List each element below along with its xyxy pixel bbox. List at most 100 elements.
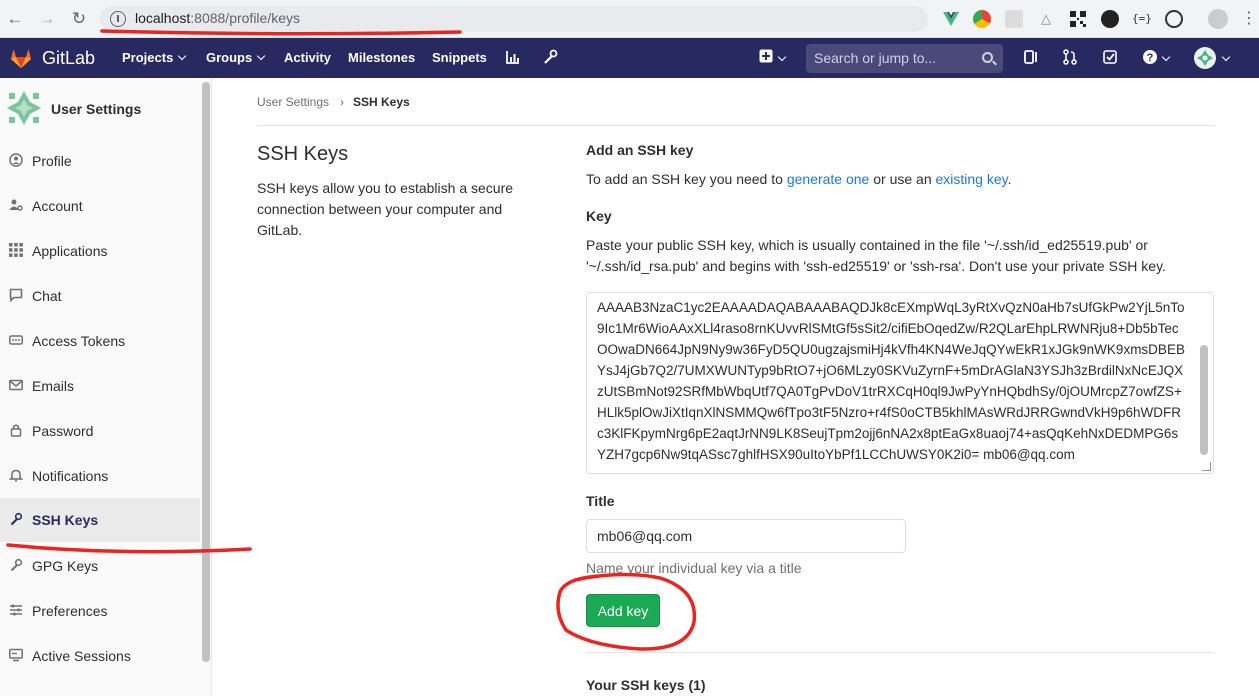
key-help-text: Paste your public SSH key, which is usua… — [586, 237, 1166, 274]
account-icon — [9, 198, 23, 212]
key-icon — [9, 558, 23, 572]
nav-snippets[interactable]: Snippets — [432, 50, 487, 65]
email-icon — [9, 378, 23, 392]
nav-milestones[interactable]: Milestones — [348, 50, 415, 65]
add-key-help: To add an SSH key you need to generate o… — [586, 171, 1012, 187]
chat-icon — [9, 288, 23, 303]
sidebar-item-label: Active Sessions — [32, 648, 131, 664]
resize-handle-icon[interactable] — [1202, 462, 1211, 471]
sidebar-item-label: Profile — [32, 153, 72, 169]
sidebar-item-label: Applications — [32, 243, 108, 259]
access-tokens-icon — [9, 333, 23, 347]
breadcrumb-separator-icon: › — [340, 95, 344, 109]
page-description: SSH keys allow you to establish a secure… — [257, 180, 514, 238]
site-info-icon[interactable] — [110, 11, 126, 27]
issues-panel-icon[interactable] — [1022, 49, 1040, 67]
vue-extension-icon[interactable] — [942, 10, 960, 28]
sidebar-item-emails[interactable]: Emails — [0, 364, 200, 408]
sidebar-item-label: Preferences — [32, 603, 108, 619]
user-chevron-down-icon[interactable] — [1220, 49, 1232, 67]
title-help-text: Name your individual key via a title — [586, 560, 802, 576]
nav-activity[interactable]: Activity — [284, 50, 331, 65]
gitlab-brand[interactable]: GitLab — [42, 48, 95, 69]
browser-menu-icon[interactable]: ⋮ — [1240, 10, 1258, 28]
chevron-down-icon[interactable] — [776, 49, 788, 67]
key-textarea-scrollbar[interactable] — [1200, 345, 1208, 455]
user-avatar[interactable] — [1194, 47, 1216, 69]
generate-one-link[interactable]: generate one — [787, 171, 870, 187]
merge-requests-icon[interactable] — [1061, 49, 1079, 67]
sidebar-scrollbar[interactable] — [202, 82, 210, 662]
address-bar[interactable]: localhost:8088/profile/keys — [100, 6, 928, 32]
chrome-extension-icon[interactable] — [973, 10, 991, 28]
section-divider — [586, 652, 1214, 653]
sidebar-item-gpg-keys[interactable]: GPG Keys — [0, 544, 200, 588]
lock-icon — [9, 423, 23, 437]
sidebar-item-applications[interactable]: Applications — [0, 229, 200, 273]
key-icon — [9, 512, 23, 526]
url-text: localhost:8088/profile/keys — [135, 10, 300, 26]
sidebar-item-preferences[interactable]: Preferences — [0, 589, 200, 633]
sidebar-item-label: Password — [32, 423, 94, 439]
sidebar-item-label: SSH Keys — [32, 512, 99, 528]
svg-text:?: ? — [1147, 52, 1154, 64]
key-textarea-value: AAAAB3NzaC1yc2EAAAADAQABAAABAQDJk8cEXmpW… — [597, 300, 1185, 462]
sidebar-item-label: Emails — [32, 378, 75, 394]
preferences-icon — [9, 603, 23, 617]
your-ssh-keys-heading: Your SSH keys (1) — [586, 677, 706, 693]
sidebar-item-label: Notifications — [32, 468, 109, 484]
tree-extension-icon[interactable]: △ — [1037, 10, 1055, 28]
sidebar-item-label: Account — [32, 198, 83, 214]
sidebar-item-profile[interactable]: Profile — [0, 139, 200, 183]
browser-profile-avatar[interactable] — [1208, 9, 1228, 29]
bell-icon — [8, 468, 24, 482]
json-extension-icon[interactable]: {=} — [1132, 10, 1152, 28]
breadcrumb-user-settings[interactable]: User Settings — [257, 95, 329, 109]
sidebar-item-ssh-keys[interactable]: SSH Keys — [0, 498, 200, 542]
nav-groups[interactable]: Groups — [206, 50, 266, 65]
back-icon[interactable]: ← — [5, 9, 25, 29]
grid-extension-icon[interactable] — [1005, 10, 1023, 28]
sessions-icon — [9, 648, 23, 662]
breadcrumb-current[interactable]: SSH Keys — [353, 95, 410, 109]
title-label: Title — [586, 493, 615, 509]
search-input[interactable] — [814, 48, 974, 68]
sidebar-item-account[interactable]: Account — [0, 184, 200, 228]
dark-extension-icon[interactable] — [1101, 10, 1119, 28]
todos-icon[interactable] — [1101, 49, 1119, 67]
user-settings-avatar — [5, 89, 43, 127]
sidebar-title[interactable]: User Settings — [51, 101, 141, 117]
sidebar-item-active-sessions[interactable]: Active Sessions — [0, 634, 200, 678]
sidebar-item-label: Access Tokens — [32, 333, 126, 349]
search-icon — [982, 52, 993, 63]
help-icon[interactable]: ? — [1141, 49, 1159, 67]
nav-projects[interactable]: Projects — [122, 50, 187, 65]
gitlab-header: GitLab Projects Groups Activity Mileston… — [0, 38, 1259, 78]
sidebar-item-notifications[interactable]: Notifications — [0, 454, 200, 498]
key-textarea[interactable]: AAAAB3NzaC1yc2EAAAADAQABAAABAQDJk8cEXmpW… — [586, 292, 1214, 474]
sidebar-item-chat[interactable]: Chat — [0, 274, 200, 318]
header-divider — [257, 125, 1215, 126]
settings-sidebar: User Settings Profile Account Applicatio… — [0, 78, 212, 696]
page-title: SSH Keys — [257, 143, 349, 165]
reload-icon[interactable]: ↻ — [69, 9, 89, 29]
chart-icon[interactable] — [504, 49, 522, 67]
gitlab-logo-icon[interactable] — [9, 47, 33, 69]
admin-wrench-icon[interactable] — [541, 49, 559, 67]
existing-key-link[interactable]: existing key — [936, 171, 1008, 187]
theme-extension-icon[interactable] — [1165, 10, 1183, 28]
sidebar-item-password[interactable]: Password — [0, 409, 200, 453]
sidebar-item-label: GPG Keys — [32, 558, 99, 574]
key-label: Key — [586, 208, 612, 224]
new-item-plus-icon[interactable] — [757, 49, 775, 67]
sidebar-item-label: Chat — [32, 288, 62, 304]
help-chevron-down-icon[interactable] — [1160, 49, 1172, 67]
add-key-button[interactable]: Add key — [586, 594, 660, 627]
title-input[interactable] — [586, 519, 906, 553]
browser-toolbar: ← → ↻ localhost:8088/profile/keys △ {=} … — [0, 0, 1259, 38]
qr-extension-icon[interactable] — [1069, 10, 1087, 28]
forward-icon[interactable]: → — [37, 9, 57, 29]
sidebar-scrollbar-thumb[interactable] — [202, 82, 210, 662]
search-box[interactable] — [806, 44, 1003, 73]
sidebar-item-access-tokens[interactable]: Access Tokens — [0, 319, 200, 363]
